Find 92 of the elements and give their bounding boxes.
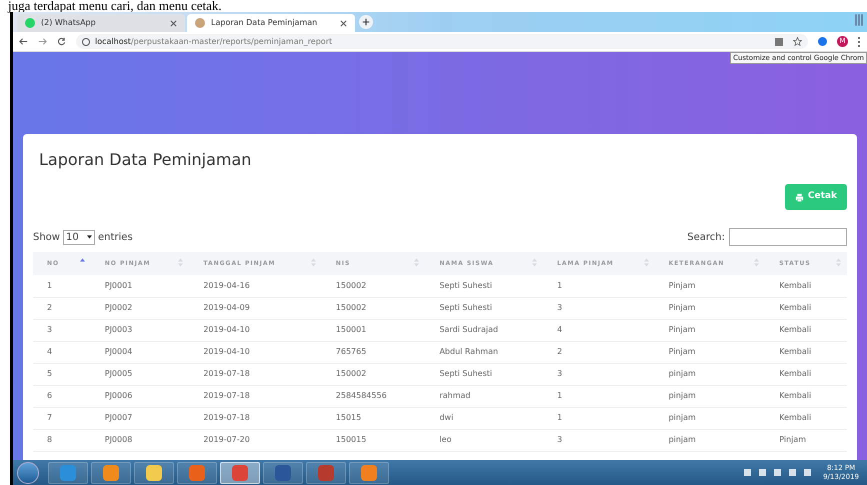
table-cell: Septi Suhesti [425, 363, 544, 385]
new-tab-icon[interactable] [359, 15, 373, 29]
table-cell: 4 [543, 319, 655, 341]
table-cell: Kembali [765, 275, 847, 297]
taskbar-button[interactable] [263, 462, 303, 484]
table-cell: 1 [543, 407, 655, 429]
table-cell: 150002 [322, 275, 426, 297]
table-cell: PJ0004 [90, 341, 190, 363]
table-cell: 3 [543, 429, 655, 451]
table-cell: 4 [33, 341, 91, 363]
length-label: entries [98, 230, 133, 244]
table-cell: Kembali [765, 407, 847, 429]
table-cell: 2019-04-16 [189, 275, 322, 297]
table-cell: 3 [543, 297, 655, 319]
taskbar-button[interactable] [134, 462, 174, 484]
search-label: Search: [687, 230, 725, 244]
table-cell: rahmad [425, 385, 544, 407]
table-cell: pinjam [654, 385, 766, 407]
table-cell: pinjam [654, 429, 766, 451]
table-cell: Kembali [765, 363, 847, 385]
menu-icon[interactable] [858, 36, 861, 46]
forward-arrow-icon[interactable] [38, 37, 47, 46]
back-arrow-icon[interactable] [19, 37, 28, 46]
table-cell: 2019-07-18 [189, 407, 322, 429]
table-cell: 2019-04-09 [189, 297, 322, 319]
url-text: localhost/perpustakaan-master/reports/peminjaman_report [95, 36, 332, 48]
table-cell: Pinjam [654, 275, 766, 297]
table-cell: 3 [543, 363, 655, 385]
table-cell: PJ0001 [90, 275, 190, 297]
table-cell: Kembali [765, 341, 847, 363]
table-cell: Pinjam [654, 319, 766, 341]
table-cell: Pinjam [765, 429, 847, 451]
table-cell: PJ0002 [90, 297, 190, 319]
table-cell: Pinjam [654, 341, 766, 363]
reload-icon[interactable] [57, 37, 66, 46]
table-cell: PJ0006 [90, 385, 190, 407]
table-cell: 6 [33, 385, 91, 407]
table-cell: 1 [543, 275, 655, 297]
table-cell: Abdul Rahman [425, 341, 544, 363]
table-cell: 5 [33, 363, 91, 385]
print-button[interactable]: Cetak [784, 184, 847, 210]
table-cell: PJ0003 [90, 319, 190, 341]
table-cell: 765765 [322, 341, 426, 363]
table-cell: 2 [543, 341, 655, 363]
table-cell: 2019-04-10 [189, 319, 322, 341]
table-cell: Pinjam [654, 297, 766, 319]
table-cell: PJ0008 [90, 429, 190, 451]
table-cell: 2 [33, 297, 91, 319]
table-cell: 150002 [322, 363, 426, 385]
table-cell: 2019-07-18 [189, 363, 322, 385]
table-cell: 8 [33, 429, 91, 451]
table-cell: Kembali [765, 297, 847, 319]
table-cell: 1 [543, 385, 655, 407]
table-cell: 2019-07-20 [189, 429, 322, 451]
table-cell: leo [425, 429, 544, 451]
table-cell: Kembali [765, 319, 847, 341]
taskbar-button[interactable] [220, 462, 260, 484]
table-cell: Kembali [765, 385, 847, 407]
star-icon[interactable] [793, 37, 802, 46]
table-cell: 7 [33, 407, 91, 429]
info-icon [82, 38, 90, 46]
table-cell: Sardi Sudrajad [425, 319, 544, 341]
taskbar-button[interactable] [306, 462, 346, 484]
taskbar-button[interactable] [91, 462, 131, 484]
table-cell: Septi Suhesti [425, 275, 544, 297]
table-cell: 2019-04-10 [189, 341, 322, 363]
taskbar-button[interactable] [349, 462, 389, 484]
extension-icon[interactable] [818, 37, 827, 46]
browser-tab[interactable]: (2) WhatsApp [17, 14, 185, 32]
table-cell: 15015 [322, 407, 426, 429]
browser-tab[interactable]: Laporan Data Peminjaman [187, 14, 355, 32]
caption-text: juga terdapat menu cari, dan menu cetak. [6, 0, 223, 12]
table-cell: Septi Suhesti [425, 297, 544, 319]
card-title: Laporan Data Peminjaman [39, 149, 252, 171]
start-button[interactable] [17, 462, 39, 484]
table-cell: 2584584556 [322, 385, 426, 407]
search-field[interactable] [729, 228, 847, 246]
table-cell: 150001 [322, 319, 426, 341]
printer-icon [794, 192, 804, 202]
table-cell: PJ0007 [90, 407, 190, 429]
length-label: Show [33, 230, 60, 244]
table-cell: PJ0005 [90, 363, 190, 385]
address-field[interactable]: localhost/perpustakaan-master/reports/peminjaman_report [76, 34, 808, 49]
table-cell: pinjam [654, 407, 766, 429]
table-cell: pinjam [654, 363, 766, 385]
table-cell: dwi [425, 407, 544, 429]
entries-dropdown[interactable]: 10 [62, 230, 95, 244]
table-cell: 1 [33, 275, 91, 297]
table-cell: 2019-07-18 [189, 385, 322, 407]
table-cell: 3 [33, 319, 91, 341]
table-cell: 150015 [322, 429, 426, 451]
table-cell: 150002 [322, 297, 426, 319]
